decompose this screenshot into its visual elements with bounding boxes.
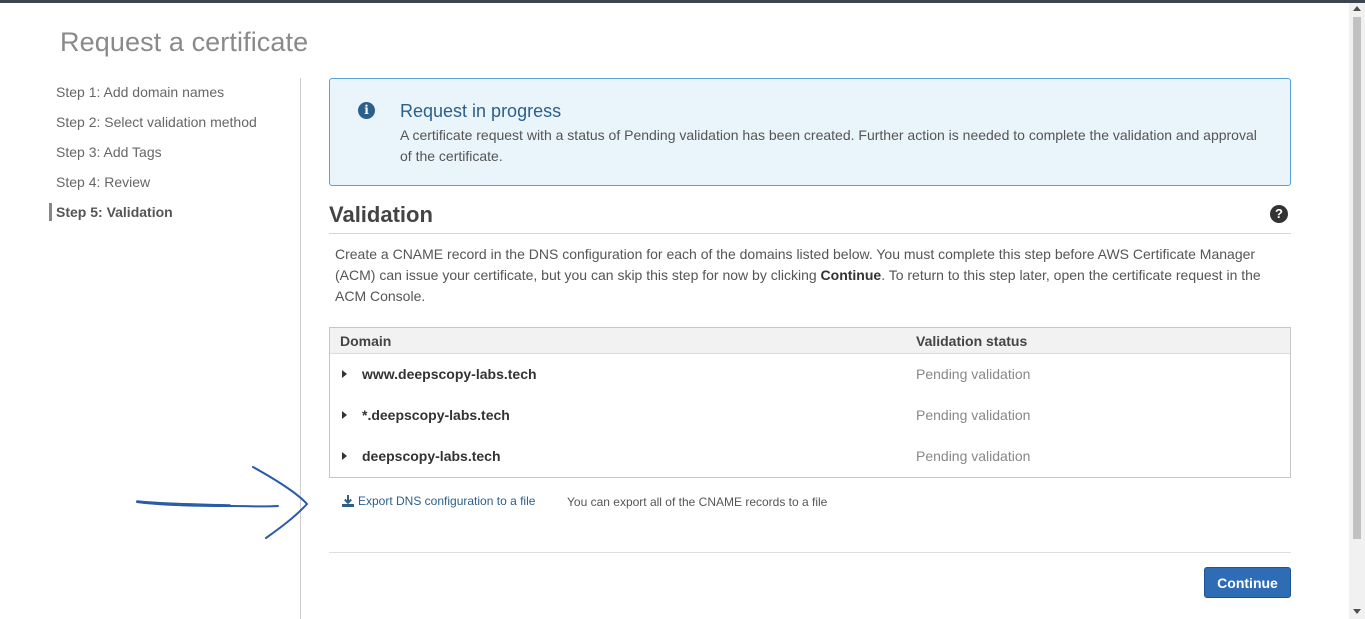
section-divider [329,233,1291,234]
row-status: Pending validation [916,366,1031,382]
export-dns-link[interactable]: Export DNS configuration to a file [341,494,535,508]
step-4: Step 4: Review [56,174,151,190]
help-icon[interactable]: ? [1270,205,1288,223]
info-icon: i [358,102,375,119]
row-status: Pending validation [916,407,1031,423]
scrollbar-thumb[interactable] [1353,17,1361,539]
alert-text: A certificate request with a status of P… [400,127,1257,164]
domains-table: Domain Validation status www.deepscopy-l… [329,327,1291,478]
validation-description: Create a CNAME record in the DNS configu… [335,244,1280,307]
vertical-scrollbar[interactable] [1349,3,1365,619]
page-title: Request a certificate [60,27,309,57]
wizard-steps: Step 1: Add domain names Step 2: Select … [48,80,300,230]
download-icon [342,495,354,507]
alert-title: Request in progress [400,101,562,121]
export-link-label[interactable]: Export DNS configuration to a file [358,494,535,508]
validation-title: Validation [329,202,433,227]
step-1: Step 1: Add domain names [56,84,225,100]
export-note: You can export all of the CNAME records … [567,495,828,509]
step-3: Step 3: Add Tags [56,144,162,160]
table-row[interactable]: www.deepscopy-labs.tech Pending validati… [330,354,1290,395]
table-header: Domain Validation status [330,328,1290,354]
step-2: Step 2: Select validation method [56,114,257,130]
column-header-domain: Domain [340,333,392,349]
row-domain: *.deepscopy-labs.tech [362,407,510,423]
step-5-current: Step 5: Validation [48,200,300,230]
table-row[interactable]: *.deepscopy-labs.tech Pending validation [330,395,1290,436]
continue-button[interactable]: Continue [1204,567,1291,598]
top-bar [0,0,1365,3]
row-domain: deepscopy-labs.tech [362,448,501,464]
row-status: Pending validation [916,448,1031,464]
footer-divider [329,552,1291,553]
request-progress-alert: i Request in progress A certificate requ… [329,78,1291,186]
expand-caret-icon[interactable] [342,452,347,460]
description-continue: Continue [820,267,882,283]
row-domain: www.deepscopy-labs.tech [362,366,537,382]
table-row[interactable]: deepscopy-labs.tech Pending validation [330,436,1290,477]
column-header-status: Validation status [916,333,1028,349]
scroll-up-arrow-icon[interactable] [1353,6,1361,11]
expand-caret-icon[interactable] [342,370,347,378]
scroll-down-arrow-icon[interactable] [1353,609,1361,614]
hand-drawn-arrow-icon [136,466,309,539]
expand-caret-icon[interactable] [342,411,347,419]
